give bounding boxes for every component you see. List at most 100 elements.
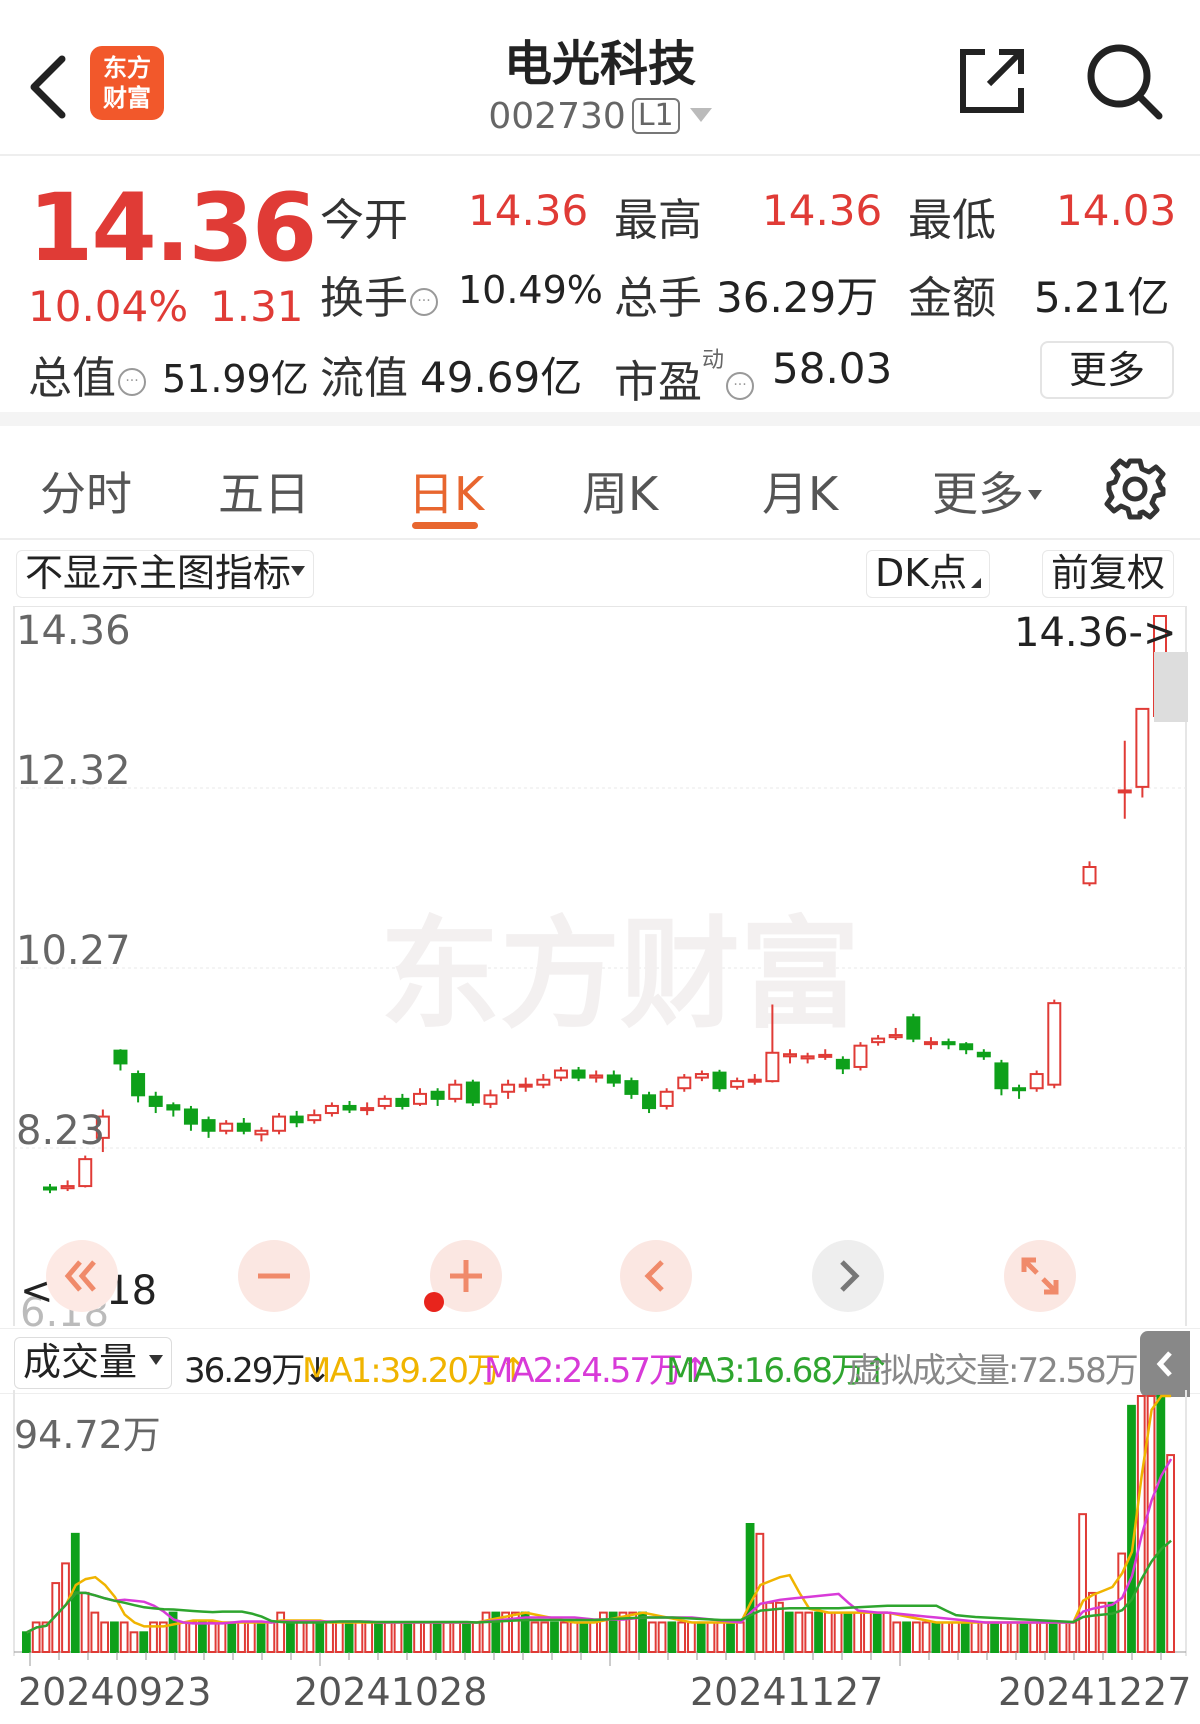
last-price: 14.36	[28, 174, 317, 283]
volume-label: 总手	[614, 273, 702, 324]
settings-button[interactable]	[1102, 456, 1168, 522]
price-axis-label: 10.27	[16, 928, 131, 974]
volume-bar	[276, 1611, 286, 1654]
volume-bar	[784, 1611, 794, 1654]
volume-bar	[1019, 1621, 1029, 1653]
chevron-down-icon	[689, 108, 712, 122]
candle-body	[606, 1074, 621, 1084]
date-ticks	[29, 1652, 1162, 1666]
volume-bar	[1078, 1513, 1087, 1654]
tab-daily-k[interactable]: 日K	[408, 458, 484, 524]
price-axis-label: 8.23	[16, 1108, 106, 1154]
candle-body	[518, 1083, 533, 1088]
volume-bar	[227, 1621, 237, 1653]
zoom-out-button[interactable]	[238, 1240, 310, 1312]
candle-body	[730, 1080, 745, 1088]
tab-five-day[interactable]: 五日	[218, 458, 310, 524]
tab-weekly-k[interactable]: 周K	[582, 458, 658, 524]
search-button[interactable]	[1085, 42, 1165, 122]
candle-body	[571, 1069, 586, 1079]
volume-bar	[931, 1621, 941, 1653]
volume-bar	[1156, 1395, 1166, 1653]
chevron-down-icon	[149, 1355, 164, 1365]
fullscreen-button[interactable]	[1004, 1240, 1076, 1312]
candle-body	[166, 1104, 181, 1111]
pe-label[interactable]: 市盈动···	[614, 342, 755, 410]
sub-indicator-label: 成交量	[23, 1340, 138, 1384]
candle-body	[501, 1083, 516, 1093]
turnover-value: 10.49%	[458, 268, 603, 312]
candle-body	[1082, 866, 1097, 885]
period-tabs: 分时 五日 日K 周K 月K 更多	[0, 428, 1200, 540]
volume-bar	[980, 1621, 990, 1653]
adjust-mode-button[interactable]: 前复权	[1042, 550, 1175, 598]
candle-body	[395, 1097, 410, 1107]
active-tab-indicator	[412, 522, 478, 529]
candle-body	[148, 1095, 163, 1107]
volume-bar	[207, 1621, 217, 1653]
candle-body	[1012, 1087, 1027, 1092]
volume-bar	[139, 1631, 149, 1654]
more-button[interactable]: 更多	[1040, 341, 1174, 399]
chart-scrollbar[interactable]	[1154, 652, 1188, 722]
volume-bar	[1097, 1601, 1107, 1653]
candle-body	[906, 1016, 921, 1040]
nav-left-icon	[644, 1260, 664, 1292]
volume-bar	[413, 1621, 422, 1653]
rewind-button[interactable]	[46, 1240, 118, 1312]
volume-bar	[657, 1621, 667, 1653]
tab-monthly-k[interactable]: 月K	[762, 458, 838, 524]
candle-body	[183, 1108, 198, 1125]
double-chevron-left-icon	[64, 1260, 96, 1292]
volume-bar	[589, 1621, 598, 1653]
pe-label-text: 市盈	[614, 357, 702, 408]
candle-body	[465, 1081, 480, 1104]
candle-body	[131, 1073, 146, 1097]
volume-bar	[119, 1621, 129, 1653]
volume-bar	[198, 1621, 207, 1653]
volume-bars	[22, 1395, 1175, 1654]
nav-right-button[interactable]	[812, 1240, 884, 1312]
sub-indicator-select[interactable]: 成交量	[14, 1337, 173, 1389]
volume-bar	[911, 1621, 921, 1653]
volume-bar	[990, 1621, 999, 1653]
candles	[43, 615, 1167, 1194]
volume-bar	[550, 1621, 559, 1653]
volume-bar	[432, 1621, 442, 1653]
tab-intraday[interactable]: 分时	[40, 458, 132, 524]
volume-bar	[1009, 1621, 1019, 1653]
mktcap-label[interactable]: 总值 ···	[28, 342, 146, 406]
candle-body	[430, 1090, 445, 1100]
collapse-button[interactable]	[1140, 1331, 1190, 1397]
open-label: 今开	[320, 195, 408, 246]
turnover-label[interactable]: 换手 ···	[320, 262, 438, 326]
volume-bar	[716, 1621, 726, 1653]
chevron-down-icon	[291, 566, 306, 576]
volume-bar	[188, 1621, 198, 1653]
volume-bar	[110, 1621, 119, 1653]
main-indicator-select[interactable]: 不显示主图指标	[16, 550, 315, 598]
fullscreen-icon	[1021, 1257, 1059, 1295]
candle-body	[818, 1053, 833, 1058]
volume-bar	[843, 1611, 853, 1654]
volume-bar	[872, 1611, 882, 1654]
candle-body	[324, 1104, 339, 1115]
info-icon: ···	[726, 372, 755, 400]
volume-bar	[295, 1621, 305, 1653]
candle-body	[941, 1041, 956, 1046]
volume-bar	[696, 1621, 706, 1653]
date-label: 20241227	[998, 1670, 1192, 1714]
amount-label: 金额	[908, 273, 996, 324]
volume-bar	[422, 1621, 432, 1653]
volume-bar	[481, 1611, 491, 1654]
share-button[interactable]	[955, 44, 1029, 118]
candle-body	[254, 1129, 269, 1136]
dk-point-button[interactable]: DK点	[866, 550, 991, 598]
volume-chart[interactable]	[0, 1390, 1200, 1666]
volume-bar	[217, 1621, 227, 1653]
volume-bar	[755, 1532, 765, 1654]
mktcap-value: 51.99亿	[162, 357, 309, 401]
nav-left-button[interactable]	[620, 1240, 692, 1312]
kline-chart[interactable]: 东方财富	[0, 606, 1200, 1326]
tab-more[interactable]: 更多	[932, 458, 1042, 524]
